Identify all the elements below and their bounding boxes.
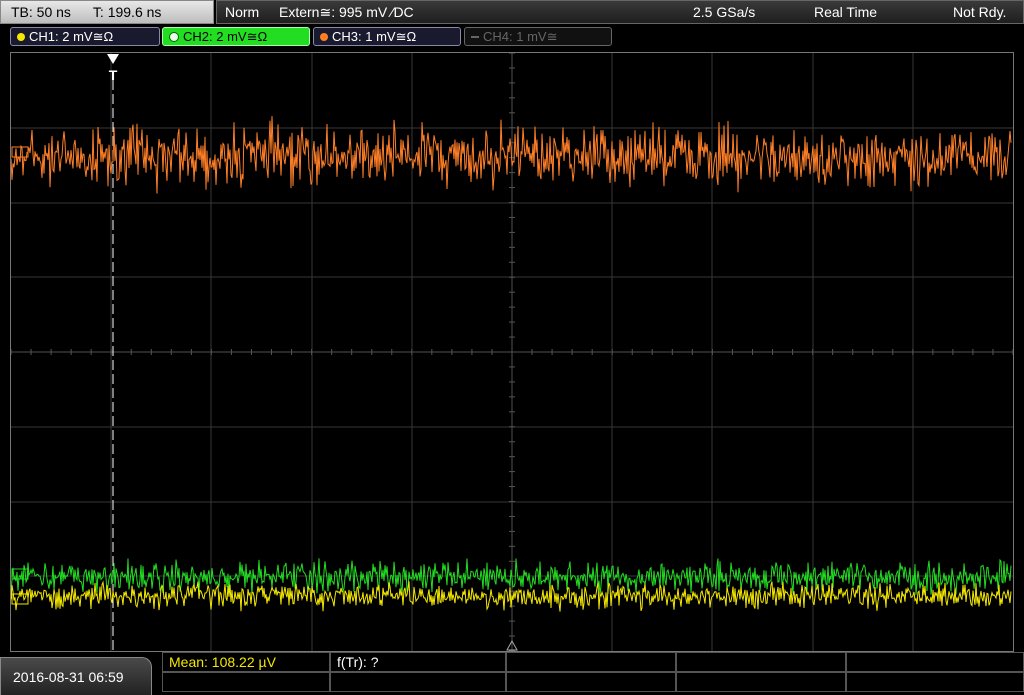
graticule <box>10 52 1014 652</box>
measurement-slot-6 <box>162 672 330 692</box>
trigger-status-bar[interactable]: Norm Extern≅: 995 mV ⁄DC 2.5 GSa/s Real … <box>216 0 1024 24</box>
trace-ch1 <box>10 580 1012 612</box>
ch4-label: CH4: 1 mV≅ <box>483 28 558 44</box>
ch1-dot-icon <box>17 32 25 41</box>
channel-bar: CH1: 2 mV≅Ω CH2: 2 mV≅Ω CH3: 1 mV≅Ω CH4:… <box>0 24 1024 48</box>
trigger-source: Extern≅: 995 mV ⁄DC <box>279 4 414 20</box>
acquisition-mode: Real Time <box>814 4 878 20</box>
channel-chip-ch2[interactable]: CH2: 2 mV≅Ω <box>162 27 310 46</box>
timebase-panel[interactable]: TB: 50 ns T: 199.6 ns <box>0 0 214 24</box>
channel-chip-ch4[interactable]: CH4: 1 mV≅ <box>464 27 612 46</box>
channel-ground-markers <box>11 146 29 605</box>
ch3-label: CH3: 1 mV≅Ω <box>332 28 417 44</box>
timebase-label: TB: 50 ns <box>11 4 71 20</box>
mean-measurement: Mean: 108.22 µV <box>162 652 330 672</box>
sample-rate: 2.5 GSa/s <box>693 4 756 20</box>
measurement-slot-10 <box>846 672 1024 692</box>
measurement-slot-9 <box>676 672 846 692</box>
measurement-slot-4 <box>676 652 846 672</box>
ch2-label: CH2: 2 mV≅Ω <box>183 28 268 44</box>
trigger-mode: Norm <box>225 4 260 20</box>
footer-bar: 2016-08-31 06:59 Mean: 108.22 µV f(Tr): … <box>0 652 1024 695</box>
channel-chip-ch1[interactable]: CH1: 2 mV≅Ω <box>10 27 160 46</box>
trigger-arrow-icon <box>107 54 119 64</box>
waveform-svg: T <box>10 52 1014 652</box>
ch1-label: CH1: 2 mV≅Ω <box>29 28 114 44</box>
measurement-slot-5 <box>846 652 1024 672</box>
channel-chip-ch3[interactable]: CH3: 1 mV≅Ω <box>313 27 461 46</box>
measurement-slot-7 <box>330 672 506 692</box>
measurement-slot-8 <box>506 672 676 692</box>
ch2-dot-icon <box>169 31 179 42</box>
measurement-table[interactable]: Mean: 108.22 µV f(Tr): ? <box>162 652 1024 695</box>
datetime-label: 2016-08-31 06:59 <box>13 668 124 685</box>
measurement-slot-3 <box>506 652 676 672</box>
datetime-tab[interactable]: 2016-08-31 06:59 <box>0 657 152 695</box>
run-status: Not Rdy. <box>953 4 1007 20</box>
freq-measurement: f(Tr): ? <box>330 652 506 672</box>
trigger-time-label: T: 199.6 ns <box>92 4 162 20</box>
waveform-display[interactable]: T <box>10 52 1014 652</box>
ch3-dot-icon <box>320 32 328 41</box>
ch4-off-icon <box>471 35 479 38</box>
